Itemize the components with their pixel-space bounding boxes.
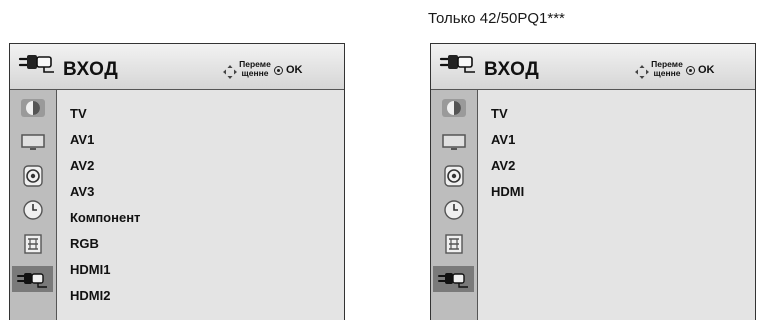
screen-icon — [20, 134, 45, 150]
menu-sidebar — [431, 90, 478, 320]
move-label: Переме щенне — [651, 59, 683, 78]
menu-title: ВХОД — [63, 59, 119, 80]
option-icon — [444, 234, 463, 254]
menu-header: ВХОД Переме щенне OK — [431, 44, 755, 90]
menu-sidebar — [10, 90, 57, 320]
source-item-av3[interactable]: AV3 — [70, 184, 94, 199]
input-tab[interactable] — [433, 266, 474, 292]
model-note: Только 42/50PQ1*** — [428, 10, 565, 27]
picture-icon — [441, 99, 466, 117]
screen-tab[interactable] — [434, 130, 473, 154]
time-tab[interactable] — [13, 198, 52, 222]
menu-title: ВХОД — [484, 59, 540, 80]
picture-tab[interactable] — [434, 96, 473, 120]
source-item-rgb[interactable]: RGB — [70, 236, 99, 251]
ok-button-icon — [686, 66, 695, 75]
time-tab[interactable] — [434, 198, 473, 222]
option-tab[interactable] — [434, 232, 473, 256]
source-item-component[interactable]: Компонент — [70, 210, 140, 225]
source-item-av2[interactable]: AV2 — [70, 158, 94, 173]
source-item-hdmi[interactable]: HDMI — [491, 184, 524, 199]
input-tab[interactable] — [12, 266, 53, 292]
input-menu-panel-right: ВХОД Переме щенне OK TV AV1 AV2 HDMI — [430, 43, 756, 320]
source-item-av2[interactable]: AV2 — [491, 158, 515, 173]
option-icon — [23, 234, 42, 254]
screen-tab[interactable] — [13, 130, 52, 154]
ok-label: OK — [286, 64, 303, 76]
input-plug-icon — [439, 55, 475, 73]
input-icon — [16, 273, 47, 288]
screen-icon — [441, 134, 466, 150]
move-label: Переме щенне — [239, 59, 271, 78]
source-item-av1[interactable]: AV1 — [70, 132, 94, 147]
input-icon — [437, 273, 468, 288]
input-source-list: TV AV1 AV2 HDMI — [477, 90, 755, 320]
time-icon — [22, 200, 43, 220]
move-arrows-icon — [635, 65, 649, 79]
move-arrows-icon — [223, 65, 237, 79]
ok-label: OK — [698, 64, 715, 76]
input-menu-panel-left: ВХОД Переме щенне OK TV AV1 AV2 AV3 Комп… — [9, 43, 345, 320]
source-item-hdmi1[interactable]: HDMI1 — [70, 262, 110, 277]
picture-icon — [20, 99, 45, 117]
audio-tab[interactable] — [13, 164, 52, 188]
source-item-hdmi2[interactable]: HDMI2 — [70, 288, 110, 303]
picture-tab[interactable] — [13, 96, 52, 120]
ok-button-icon — [274, 66, 283, 75]
audio-tab[interactable] — [434, 164, 473, 188]
input-source-list: TV AV1 AV2 AV3 Компонент RGB HDMI1 HDMI2 — [56, 90, 344, 320]
source-item-tv[interactable]: TV — [70, 106, 87, 121]
menu-header: ВХОД Переме щенне OK — [10, 44, 344, 90]
source-item-av1[interactable]: AV1 — [491, 132, 515, 147]
source-item-tv[interactable]: TV — [491, 106, 508, 121]
audio-icon — [22, 165, 43, 187]
audio-icon — [443, 165, 464, 187]
option-tab[interactable] — [13, 232, 52, 256]
time-icon — [443, 200, 464, 220]
input-plug-icon — [18, 55, 54, 73]
